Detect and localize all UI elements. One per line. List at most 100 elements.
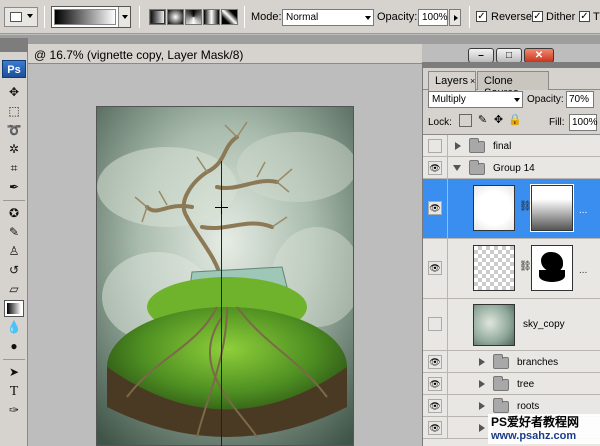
layer-group-branches[interactable]: branches	[423, 351, 600, 373]
toolbox-grip[interactable]	[0, 38, 28, 52]
link-icon[interactable]: ⛓	[519, 201, 532, 212]
canvas-area[interactable]	[28, 65, 422, 446]
expand-triangle-icon[interactable]	[479, 380, 485, 388]
fill-label: Fill:	[549, 117, 565, 128]
dither-checkbox[interactable]: ✓	[532, 11, 543, 22]
divider	[44, 6, 45, 28]
visibility-toggle[interactable]	[428, 139, 442, 153]
type-icon[interactable]: T	[4, 383, 24, 400]
reflected-gradient-button[interactable]	[203, 9, 220, 25]
eye-icon[interactable]	[428, 201, 442, 215]
brush-icon[interactable]: ✎	[4, 224, 24, 241]
close-icon[interactable]: ×	[470, 76, 475, 86]
tab-label: Layers	[435, 75, 469, 87]
lock-transparency-icon[interactable]	[459, 114, 472, 127]
layers-list: final Group 14 ⛓ ... ⛓ ...	[423, 134, 600, 446]
gradient-tool-icon	[10, 12, 22, 22]
layer-thumbnail[interactable]	[473, 304, 515, 346]
transparency-checkbox[interactable]: ✓	[579, 11, 590, 22]
blend-mode-select[interactable]: Multiply	[428, 91, 523, 108]
dodge-icon[interactable]: ●	[4, 338, 24, 355]
link-icon[interactable]: ⛓	[519, 261, 532, 272]
gradient-swatch[interactable]	[54, 9, 116, 25]
layer-name: tree	[517, 379, 535, 390]
layer-island[interactable]: ⛓ ...	[423, 239, 600, 299]
chevron-down-icon[interactable]	[118, 7, 130, 27]
layers-panel: Layers× Clone Source Multiply Opacity: 7…	[422, 62, 600, 446]
workspace-strip	[0, 35, 600, 44]
expand-triangle-icon[interactable]	[479, 402, 485, 410]
eye-icon[interactable]	[428, 377, 442, 391]
linear-gradient-button[interactable]	[149, 9, 166, 25]
eraser-icon[interactable]: ▱	[4, 281, 24, 298]
lock-all-icon[interactable]: 🔒	[508, 114, 522, 127]
tool-preset-picker[interactable]	[4, 7, 38, 27]
toolbox: Ps ✥ ⬚ ➰ ✲ ⌗ ✒ ✪ ✎ ♙ ↺ ▱ 💧 ● ➤ T ✑	[0, 38, 28, 446]
expand-triangle-icon[interactable]	[455, 142, 461, 150]
move-icon[interactable]: ✥	[4, 84, 24, 101]
maximize-button[interactable]: □	[496, 48, 522, 63]
watermark-title: PS爱好者教程网	[491, 415, 580, 429]
site-watermark: PS爱好者教程网 www.psahz.com	[488, 414, 600, 444]
magic-wand-icon[interactable]: ✲	[4, 141, 24, 158]
reverse-checkbox[interactable]: ✓	[476, 11, 487, 22]
divider	[244, 6, 245, 28]
folder-icon	[469, 138, 485, 153]
divider	[3, 359, 25, 360]
pen-icon[interactable]: ✑	[4, 402, 24, 419]
opacity-input[interactable]: 100%	[418, 9, 448, 26]
lasso-icon[interactable]: ➰	[4, 122, 24, 139]
gradient-icon[interactable]	[4, 300, 24, 317]
lock-paint-icon[interactable]: ✎	[476, 114, 489, 127]
eyedropper-icon[interactable]: ✒	[4, 179, 24, 196]
expand-triangle-icon[interactable]	[479, 424, 485, 432]
divider	[447, 351, 448, 372]
layer-group-tree[interactable]: tree	[423, 373, 600, 395]
photoshop-logo[interactable]: Ps	[2, 60, 26, 78]
gradient-picker[interactable]	[51, 6, 131, 28]
visibility-toggle[interactable]	[428, 317, 442, 331]
lock-position-icon[interactable]: ✥	[492, 114, 505, 127]
tab-layers[interactable]: Layers ×	[428, 71, 476, 91]
layer-thumbnail[interactable]	[473, 185, 515, 231]
radial-gradient-button[interactable]	[167, 9, 184, 25]
eye-icon[interactable]	[428, 355, 442, 369]
angle-gradient-button[interactable]	[185, 9, 202, 25]
layer-mask-thumbnail[interactable]	[531, 245, 573, 291]
divider	[447, 395, 448, 416]
history-brush-icon[interactable]: ↺	[4, 262, 24, 279]
layer-name: roots	[517, 401, 540, 412]
close-button[interactable]: ✕	[524, 48, 554, 63]
eye-icon[interactable]	[428, 399, 442, 413]
eye-icon[interactable]	[428, 421, 442, 435]
crop-icon[interactable]: ⌗	[4, 160, 24, 177]
clone-stamp-icon[interactable]: ♙	[4, 243, 24, 260]
fill-input[interactable]: 100%	[569, 114, 598, 131]
opacity-slider-button[interactable]	[449, 9, 461, 26]
mode-select[interactable]: Normal	[282, 9, 374, 26]
floating-island-image	[97, 107, 353, 445]
document-title-bar[interactable]: @ 16.7% (vignette copy, Layer Mask/8)	[28, 44, 422, 64]
minimize-button[interactable]: –	[468, 48, 494, 63]
healing-icon[interactable]: ✪	[4, 205, 24, 222]
layer-opacity-input[interactable]: 70%	[566, 91, 594, 108]
document-image[interactable]	[96, 106, 354, 446]
tab-clone-source[interactable]: Clone Source	[477, 71, 549, 99]
panel-tabs: Layers× Clone Source	[423, 68, 600, 99]
expand-triangle-icon[interactable]	[479, 358, 485, 366]
diamond-gradient-button[interactable]	[221, 9, 238, 25]
opacity-value: 100%	[422, 12, 448, 23]
reverse-label: Reverse	[491, 11, 532, 23]
layer-mask-thumbnail[interactable]	[531, 185, 573, 231]
layer-vignette-copy[interactable]: ⛓ ...	[423, 179, 600, 239]
layer-group-final[interactable]: final	[423, 135, 600, 157]
layer-group-14[interactable]: Group 14	[423, 157, 600, 179]
marquee-icon[interactable]: ⬚	[4, 103, 24, 120]
path-select-icon[interactable]: ➤	[4, 364, 24, 381]
eye-icon[interactable]	[428, 261, 442, 275]
layer-sky-copy[interactable]: sky_copy	[423, 299, 600, 351]
collapse-triangle-icon[interactable]	[453, 165, 461, 171]
blur-icon[interactable]: 💧	[4, 319, 24, 336]
eye-icon[interactable]	[428, 161, 442, 175]
layer-thumbnail[interactable]	[473, 245, 515, 291]
